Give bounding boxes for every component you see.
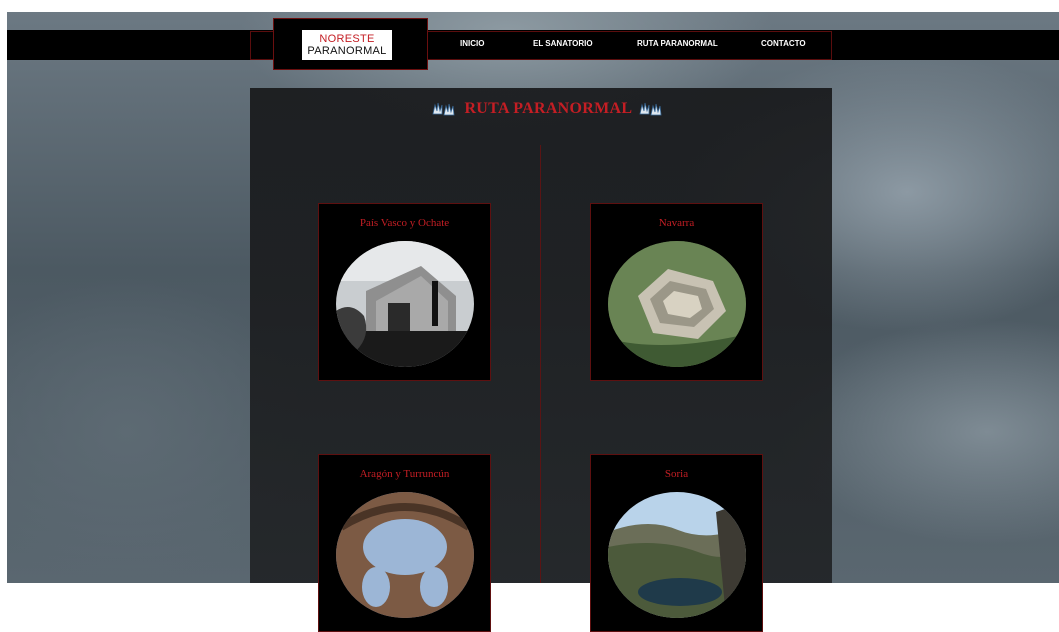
route-card-soria[interactable]: Soria xyxy=(590,454,763,632)
nav-item-inicio[interactable]: INICIO xyxy=(460,39,484,48)
ghost-hands-icon xyxy=(639,102,662,116)
center-divider xyxy=(540,145,541,583)
route-card-pais-vasco[interactable]: País Vasco y Ochate xyxy=(318,203,491,381)
page-title: RUTA PARANORMAL xyxy=(430,99,662,123)
nav-item-ruta-paranormal[interactable]: RUTA PARANORMAL xyxy=(637,39,718,48)
route-image-church-ruins[interactable] xyxy=(336,492,474,618)
route-image-ruins[interactable] xyxy=(336,241,474,367)
ghost-hands-icon xyxy=(432,102,455,116)
nav-item-contacto[interactable]: CONTACTO xyxy=(761,39,806,48)
route-name: Navarra xyxy=(658,217,695,229)
nav-item-el-sanatorio[interactable]: EL SANATORIO xyxy=(533,39,593,48)
route-image-fortress[interactable] xyxy=(608,241,746,367)
logo-line-2: PARANORMAL xyxy=(307,45,387,57)
logo-line-1: NORESTE xyxy=(319,33,375,45)
site-logo[interactable]: NORESTE PARANORMAL xyxy=(302,30,392,60)
route-image-lagoon[interactable] xyxy=(608,492,746,618)
route-card-navarra[interactable]: Navarra xyxy=(590,203,763,381)
route-name: País Vasco y Ochate xyxy=(359,217,450,229)
page-title-text: RUTA PARANORMAL xyxy=(464,100,633,117)
route-card-aragon[interactable]: Aragón y Turruncún xyxy=(318,454,491,632)
route-name: Soria xyxy=(664,468,689,480)
route-name: Aragón y Turruncún xyxy=(359,468,450,480)
